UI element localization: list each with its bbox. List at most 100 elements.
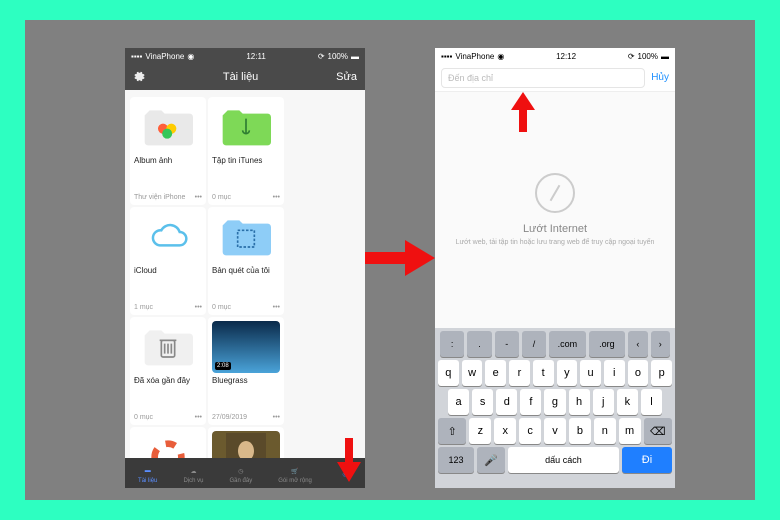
settings-button[interactable] [133,70,145,85]
browser-empty-state: Lướt Internet Lướt web, tải tập tin hoặc… [435,92,675,328]
clock: 12:11 [246,52,265,61]
clock: 12:12 [556,52,576,61]
key-a[interactable]: a [448,389,469,415]
key-c[interactable]: c [519,418,541,444]
cancel-button[interactable]: Hủy [651,72,669,83]
battery-label: 100% [638,52,658,61]
item-icloud[interactable]: iCloud 1 mục••• [130,207,206,315]
key-com[interactable]: .com [549,331,585,357]
arrow-up-icon [511,92,535,132]
cloud-icon: ☁ [186,464,200,478]
wifi-icon: ◉ [187,52,194,61]
cloud-icon [134,211,202,263]
key-colon[interactable]: : [440,331,464,357]
tab-services[interactable]: ☁ Dịch vụ [183,464,203,484]
more-icon[interactable]: ••• [273,304,280,311]
tab-documents[interactable]: ▬ Tài liệu [138,464,157,484]
carrier-label: VinaPhone [145,52,184,61]
key-slash[interactable]: / [522,331,546,357]
tab-bar: ▬ Tài liệu ☁ Dịch vụ ◷ Gần đây 🛒 Gói mở … [125,458,365,488]
tab-label: Tài liệu [138,478,157,484]
key-s[interactable]: s [472,389,493,415]
more-icon[interactable]: ••• [195,414,202,421]
key-dot[interactable]: . [467,331,491,357]
key-b[interactable]: b [569,418,591,444]
key-q[interactable]: q [438,360,459,386]
status-bar: ▪▪▪▪ VinaPhone ◉ 12:11 ⟳ 100% ▬ [125,48,365,64]
key-g[interactable]: g [544,389,565,415]
more-icon[interactable]: ••• [195,194,202,201]
key-space[interactable]: dấu cách [508,447,619,473]
key-f[interactable]: f [520,389,541,415]
key-w[interactable]: w [462,360,483,386]
key-u[interactable]: u [580,360,601,386]
compass-icon [535,173,575,213]
key-r[interactable]: r [509,360,530,386]
item-album[interactable]: Album ảnh Thư viện iPhone••• [130,97,206,205]
key-l[interactable]: l [641,389,662,415]
more-icon[interactable]: ••• [273,194,280,201]
more-icon[interactable]: ••• [273,414,280,421]
canvas: ▪▪▪▪ VinaPhone ◉ 12:11 ⟳ 100% ▬ Tài liệu… [25,20,755,500]
key-t[interactable]: t [533,360,554,386]
battery-label: 100% [328,52,348,61]
cart-icon: 🛒 [288,464,302,478]
key-123[interactable]: 123 [438,447,474,473]
key-backspace[interactable]: ⌫ [644,418,672,444]
key-dash[interactable]: - [495,331,519,357]
refresh-icon: ⟳ [628,52,635,61]
battery-icon: ▬ [661,52,669,61]
folder-icon [212,211,280,263]
signal-icon: ▪▪▪▪ [441,52,452,61]
key-h[interactable]: h [569,389,590,415]
key-v[interactable]: v [544,418,566,444]
key-org[interactable]: .org [589,331,625,357]
key-go[interactable]: Đi [622,447,672,473]
more-icon[interactable]: ••• [195,304,202,311]
tab-addons[interactable]: 🛒 Gói mở rộng [278,464,312,484]
address-bar: Đến địa chỉ Hủy [435,64,675,92]
key-shift[interactable]: ⇧ [438,418,466,444]
key-j[interactable]: j [593,389,614,415]
url-input[interactable]: Đến địa chỉ [441,68,645,88]
folder-icon [212,101,280,153]
item-itunes[interactable]: Tập tin iTunes 0 mục••• [208,97,284,205]
key-x[interactable]: x [494,418,516,444]
key-y[interactable]: y [557,360,578,386]
edit-button[interactable]: Sửa [336,71,357,83]
image-thumb [212,431,280,458]
key-e[interactable]: e [485,360,506,386]
key-prev[interactable]: ‹ [628,331,647,357]
tab-label: Gần đây [230,478,253,484]
item-bluegrass[interactable]: 2:08 Bluegrass 27/09/2019••• [208,317,284,425]
key-mic[interactable]: 🎤 [477,447,505,473]
gear-icon [133,70,145,82]
tab-recent[interactable]: ◷ Gần đây [230,464,253,484]
key-n[interactable]: n [594,418,616,444]
key-p[interactable]: p [651,360,672,386]
item-title: Bản quét của tôi [212,267,280,276]
duration-badge: 2:08 [215,362,231,370]
item-guide[interactable]: Hướng dẫn Documents 12:10••• [130,427,206,458]
arrow-right-icon [365,240,435,276]
key-m[interactable]: m [619,418,641,444]
item-scans[interactable]: Bản quét của tôi 0 mục••• [208,207,284,315]
item-sub: 0 mục [134,414,153,421]
item-title: Bluegrass [212,377,280,386]
key-next[interactable]: › [651,331,670,357]
lifebuoy-icon [134,431,202,458]
tab-label: Dịch vụ [183,478,203,484]
key-z[interactable]: z [469,418,491,444]
item-trash[interactable]: Đã xóa gần đây 0 mục ••• [130,317,206,425]
key-k[interactable]: k [617,389,638,415]
item-sub: Thư viện iPhone [134,194,185,201]
header-bar: Tài liệu Sửa [125,64,365,90]
clock-icon: ◷ [234,464,248,478]
key-o[interactable]: o [628,360,649,386]
item-sub: 1 mục [134,304,153,311]
key-i[interactable]: i [604,360,625,386]
carrier-label: VinaPhone [455,52,494,61]
key-d[interactable]: d [496,389,517,415]
item-title: Đã xóa gần đây [134,377,202,386]
item-monalisa[interactable]: Mona Lisa 27/09/2019••• [208,427,284,458]
